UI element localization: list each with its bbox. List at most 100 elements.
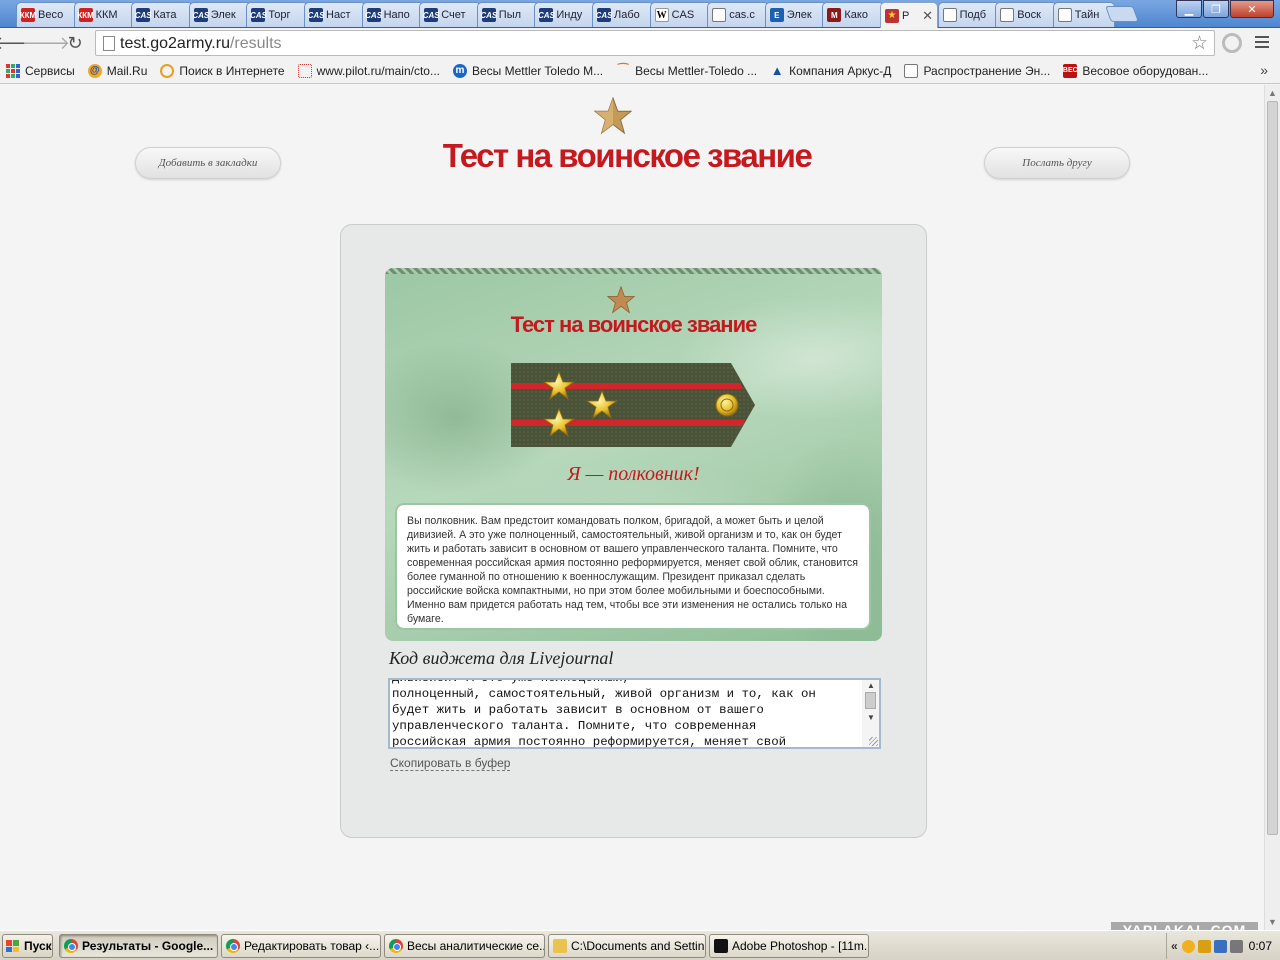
taskbar-window-button[interactable]: Результаты - Google... [59, 934, 218, 958]
taskbar-window-button[interactable]: Adobe Photoshop - [11m... [709, 934, 869, 958]
star-logo-icon [594, 97, 632, 135]
forward-arrow-icon[interactable]: 🡒 [22, 32, 70, 54]
taskbar-window-button[interactable]: Весы аналитические се... [384, 934, 545, 958]
bookmark-item[interactable]: Поиск в Интернете [160, 63, 285, 78]
scroll-down-arrow-icon[interactable]: ▼ [867, 713, 875, 722]
page-viewport: Добавить в закладки Послать другу Тест н… [0, 85, 1264, 930]
cas-favicon-icon: CAS [596, 8, 612, 22]
reload-icon[interactable]: ↻ [64, 32, 86, 54]
taskbar-window-button[interactable]: Редактировать товар ‹... [221, 934, 381, 958]
browser-tab[interactable]: Воск [995, 2, 1058, 27]
page-scroll-thumb[interactable] [1267, 101, 1278, 835]
tab-label: Наст [326, 9, 351, 21]
bookmark-item[interactable]: ⁀ Весы Mettler-Toledo ... [616, 62, 758, 78]
tab-label: Р [902, 9, 910, 22]
browser-tab[interactable]: CAS Пыл [476, 2, 539, 27]
tray-keyboard-icon[interactable] [1197, 939, 1211, 953]
bookmarks-more-chevron-icon[interactable]: » [1260, 62, 1268, 78]
bookmark-item[interactable]: ▲ Компания Аркус-Д [770, 63, 892, 78]
page-scroll-up-icon[interactable]: ▲ [1268, 88, 1277, 98]
chrome-icon [64, 939, 78, 953]
card-title: Тест на воинское звание [510, 312, 758, 337]
resize-grip-icon[interactable] [869, 737, 878, 746]
scroll-up-arrow-icon[interactable]: ▲ [867, 681, 875, 690]
widget-code-label: Код виджета для Livejournal [389, 648, 614, 668]
page-scrollbar[interactable]: ▲ ▼ [1264, 85, 1280, 930]
result-card: Тест на воинское звание Я — полковник! В… [385, 268, 882, 641]
bookmark-item[interactable]: Сервисы [6, 63, 75, 78]
start-button[interactable]: Пуск [2, 934, 53, 958]
browser-tab[interactable]: ККМ Весо [16, 2, 78, 27]
send-friend-button[interactable]: Послать другу [984, 147, 1130, 179]
bookmark-star-icon[interactable]: ☆ [1191, 32, 1208, 55]
url-text[interactable]: test.go2army.ru/results [120, 35, 282, 53]
browser-tab[interactable]: CAS Наст [304, 2, 366, 27]
textarea-scroll-thumb[interactable] [865, 692, 876, 709]
rank-result-text: Я — полковник! [567, 463, 700, 485]
browser-tab[interactable]: Подб [937, 2, 1000, 27]
mettler-icon: ⁀ [617, 62, 629, 78]
bookmark-label: Весы Mettler-Toledo ... [635, 63, 758, 78]
browser-tab[interactable]: CAS Элек [188, 2, 251, 27]
textarea-scrollbar[interactable]: ▲ ▼ [862, 680, 879, 747]
browser-tab[interactable]: CAS Напо [361, 2, 424, 27]
colonel-shoulder-board-icon [511, 363, 755, 447]
extension-icon[interactable] [1222, 33, 1242, 53]
widget-code-text[interactable]: дивизией. А это уже полноценный, полноце… [392, 680, 862, 747]
widget-code-textarea[interactable]: дивизией. А это уже полноценный, полноце… [388, 678, 881, 749]
bookmark-item[interactable]: m Весы Mettler Toledo M... [452, 63, 603, 78]
browser-tab[interactable]: CAS Лабо [592, 2, 654, 27]
browser-tab[interactable]: cas.c [707, 2, 770, 27]
tab-label: Лабо [614, 9, 640, 21]
address-bar[interactable]: test.go2army.ru/results ☆ [95, 30, 1215, 56]
browser-tab[interactable]: W CAS [649, 2, 712, 27]
tray-network-icon[interactable] [1213, 939, 1227, 953]
browser-tab[interactable]: CAS Торг [246, 2, 309, 27]
restore-icon[interactable]: ❐ [1203, 0, 1229, 18]
close-window-icon[interactable]: ✕ [1230, 0, 1274, 18]
tab-close-icon[interactable]: ✕ [922, 8, 933, 24]
tab-label: Весо [38, 9, 64, 21]
browser-tab[interactable]: CAS Ката [131, 2, 194, 27]
tab-label: Воск [1017, 9, 1041, 21]
page-title: Тест на воинское звание [442, 137, 813, 174]
tab-label: Како [844, 9, 868, 21]
browser-tab[interactable]: ★ Р ✕ [880, 2, 938, 28]
tab-label: Инду [556, 9, 583, 21]
page-scroll-down-icon[interactable]: ▼ [1268, 917, 1277, 927]
copy-to-clipboard-link[interactable]: Скопировать в буфер [390, 756, 511, 771]
tray-volume-icon[interactable] [1229, 939, 1243, 953]
taskbar-label: Редактировать товар ‹... [244, 939, 380, 953]
result-panel: Тест на воинское звание Я — полковник! В… [340, 224, 927, 838]
taskbar-label: C:\Documents and Settin... [571, 939, 706, 953]
tab-label: Напо [383, 9, 410, 21]
system-tray: « 0:07 [1166, 933, 1280, 959]
bookmark-item[interactable]: @ Mail.Ru [87, 63, 147, 78]
rank-description: Вы полковник. Вам предстоит командовать … [395, 503, 871, 630]
minimize-icon[interactable]: ▁ [1176, 0, 1202, 18]
browser-tab[interactable]: CAS Инду [534, 2, 597, 27]
tab-label: CAS [671, 9, 695, 21]
wikipedia-favicon-icon: W [654, 8, 669, 22]
card-stripe [385, 268, 882, 274]
bookmark-item[interactable]: ВЕС Весовое оборудован... [1063, 63, 1208, 78]
browser-tab[interactable]: E Элек [764, 2, 827, 27]
taskbar-window-button[interactable]: C:\Documents and Settin... [548, 934, 706, 958]
card-star-icon [607, 286, 635, 314]
add-bookmark-button[interactable]: Добавить в закладки [135, 147, 281, 179]
bookmark-item[interactable]: Распространение Эн... [904, 63, 1050, 78]
e-favicon-icon: E [769, 8, 784, 22]
menu-icon[interactable] [1255, 36, 1269, 51]
bookmark-item[interactable]: www.pilot.ru/main/cto... [297, 63, 440, 78]
browser-tab[interactable]: M Како [822, 2, 885, 27]
tab-label: Ката [153, 9, 177, 21]
new-tab-button[interactable] [1105, 6, 1139, 22]
start-label: Пуск [24, 939, 52, 953]
browser-tab[interactable]: ККМ ККМ [73, 2, 136, 27]
cas-favicon-icon: CAS [480, 8, 497, 22]
browser-tab[interactable]: CAS Счет [419, 2, 482, 27]
page-icon [103, 36, 115, 51]
cas-favicon-icon: CAS [135, 8, 152, 22]
tray-app-icon[interactable] [1181, 939, 1195, 953]
tray-expand-icon[interactable]: « [1171, 939, 1178, 953]
